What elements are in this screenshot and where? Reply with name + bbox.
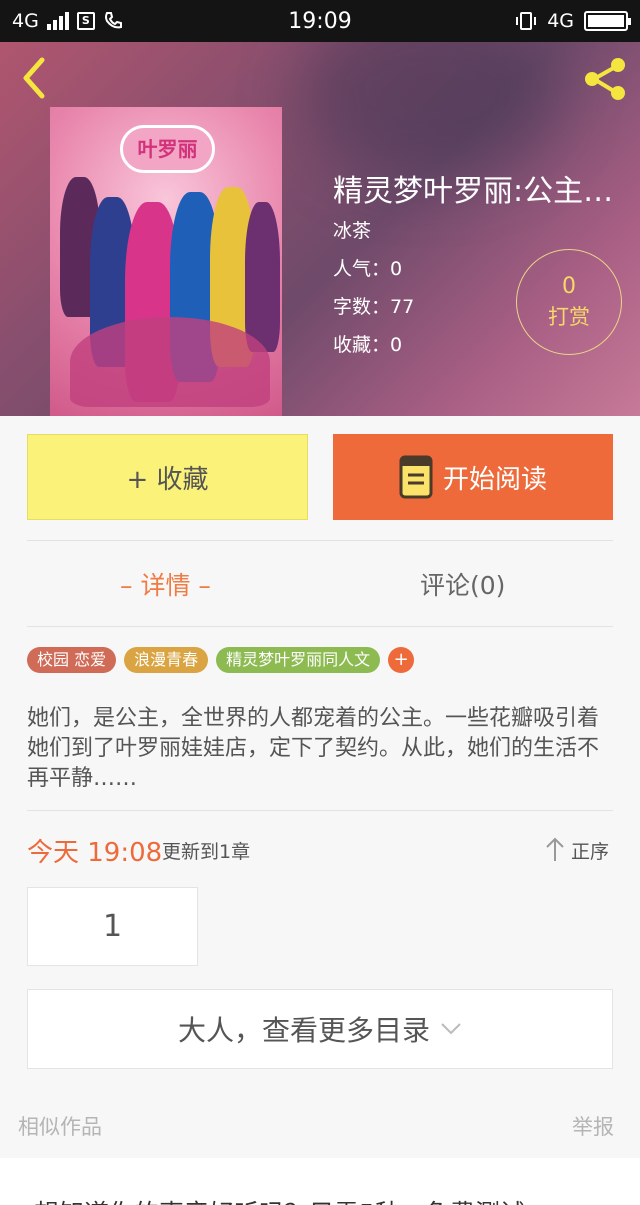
similar-works-heading: 相似作品 <box>18 1115 102 1139</box>
start-reading-button[interactable]: 开始阅读 <box>333 434 613 520</box>
tag-item[interactable]: 精灵梦叶罗丽同人文 <box>216 647 381 673</box>
divider <box>27 626 613 627</box>
tag-item[interactable]: 浪漫青春 <box>124 647 209 673</box>
tip-button[interactable]: 0 打赏 <box>516 249 622 355</box>
word-count-stat: 字数：77 <box>333 296 415 318</box>
add-tag-button[interactable]: + <box>388 647 415 673</box>
report-button[interactable]: 举报 <box>572 1111 614 1141</box>
book-header: 叶罗丽 精灵梦叶罗丽:公主… 冰茶 人气：0 字数：77 收藏：0 0 打赏 <box>0 42 640 416</box>
book-intro: 她们，是公主，全世界的人都宠着的公主。一些花瓣吸引着她们到了叶罗丽娃娃店，定下了… <box>27 706 600 791</box>
chapter-item[interactable]: 1 <box>27 887 198 966</box>
tip-label: 打赏 <box>548 305 590 329</box>
add-favorite-label: + 收藏 <box>126 464 209 495</box>
favorites-stat: 收藏：0 <box>333 334 403 356</box>
tag-item[interactable]: 校园 恋爱 <box>27 647 117 673</box>
more-catalog-button[interactable]: 大人，查看更多目录 <box>27 989 613 1069</box>
chevron-down-icon <box>441 1023 461 1035</box>
tab-comments[interactable]: 评论(0) <box>420 566 505 602</box>
recommendation-panel: 想知道你的声音好听吗？只需5秒，免费测试 <box>0 1158 640 1205</box>
status-bar: 4G S 19:09 4G <box>0 0 640 42</box>
share-icon[interactable] <box>582 56 628 102</box>
book-title: 精灵梦叶罗丽:公主… <box>333 174 614 209</box>
book-author[interactable]: 冰茶 <box>333 216 371 243</box>
network-label-right: 4G <box>547 10 574 32</box>
divider <box>27 810 613 811</box>
sort-order-button[interactable]: 正序 <box>571 837 609 864</box>
vibrate-icon <box>516 12 537 30</box>
tab-details[interactable]: – 详情 – <box>120 566 211 602</box>
update-time: 今天 19:08 <box>27 838 163 868</box>
recommendation-text[interactable]: 想知道你的声音好听吗？只需5秒，免费测试 <box>34 1194 525 1205</box>
tip-count: 0 <box>562 274 576 299</box>
tag-list: 校园 恋爱 浪漫青春 精灵梦叶罗丽同人文 + <box>27 647 415 673</box>
arrow-up-icon[interactable] <box>545 836 565 862</box>
book-icon <box>399 455 433 499</box>
chevron-left-icon[interactable] <box>18 56 50 100</box>
start-reading-label: 开始阅读 <box>442 464 547 495</box>
update-text: 更新到1章 <box>162 841 251 863</box>
more-catalog-label: 大人，查看更多目录 <box>177 1014 430 1047</box>
cover-title: 叶罗丽 <box>120 125 215 173</box>
popularity-stat: 人气：0 <box>333 258 403 280</box>
divider <box>27 540 613 541</box>
add-favorite-button[interactable]: + 收藏 <box>27 434 308 520</box>
book-cover[interactable]: 叶罗丽 <box>50 107 282 416</box>
battery-icon <box>584 11 631 31</box>
